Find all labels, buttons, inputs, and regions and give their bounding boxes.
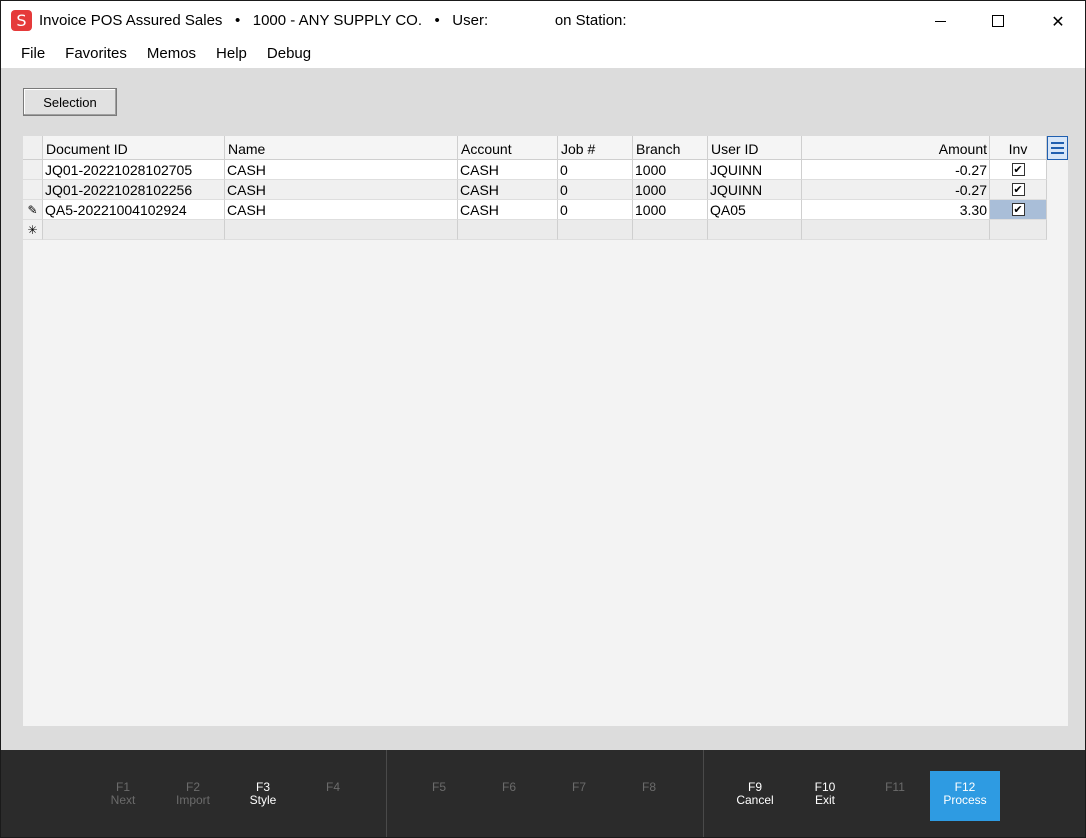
column-header-name[interactable]: Name (225, 136, 458, 160)
divider (386, 750, 387, 837)
maximize-icon (992, 15, 1004, 27)
cell-job[interactable]: 0 (558, 200, 633, 220)
f3-style-button[interactable]: F3 Style (228, 771, 298, 821)
cell-user-id[interactable]: JQUINN (708, 180, 802, 200)
menu-bar: File Favorites Memos Help Debug (1, 41, 1085, 68)
selection-button[interactable]: Selection (23, 88, 117, 116)
cell-name[interactable]: CASH (225, 180, 458, 200)
cell-inv[interactable]: ✔ (990, 180, 1047, 200)
user-label: User: (452, 12, 489, 29)
f4-button[interactable]: F4 (298, 771, 368, 821)
inv-checkbox[interactable]: ✔ (1011, 203, 1025, 216)
cell-branch[interactable]: 1000 (633, 180, 708, 200)
cell-job[interactable] (558, 220, 633, 240)
hamburger-menu-icon[interactable] (1047, 136, 1068, 160)
cell-account[interactable]: CASH (458, 160, 558, 180)
menu-memos[interactable]: Memos (137, 41, 206, 68)
app-logo-icon: S (11, 10, 32, 31)
cell-branch[interactable]: 1000 (633, 160, 708, 180)
inv-checkbox[interactable]: ✔ (1011, 163, 1025, 176)
f1-next-button[interactable]: F1 Next (88, 771, 158, 821)
cell-account[interactable] (458, 220, 558, 240)
menu-file[interactable]: File (11, 41, 55, 68)
main-area: Selection Document ID Name Account Job #… (1, 68, 1085, 750)
inv-checkbox[interactable]: ✔ (1011, 183, 1025, 196)
f2-import-button[interactable]: F2 Import (158, 771, 228, 821)
cell-document-id[interactable]: JQ01-20221028102256 (43, 180, 225, 200)
close-button[interactable]: ✕ (1035, 5, 1081, 37)
window-title: Invoice POS Assured Sales • 1000 - ANY S… (39, 12, 627, 29)
table-row[interactable]: JQ01-20221028102705 CASH CASH 0 1000 JQU… (23, 160, 1047, 180)
cell-user-id[interactable] (708, 220, 802, 240)
cell-name[interactable] (225, 220, 458, 240)
cell-inv[interactable]: ✔ (990, 200, 1047, 220)
cell-branch[interactable]: 1000 (633, 200, 708, 220)
edit-pencil-icon[interactable]: ✎ (23, 200, 43, 220)
column-header-document-id[interactable]: Document ID (43, 136, 225, 160)
f10-exit-button[interactable]: F10 Exit (790, 771, 860, 821)
minimize-button[interactable] (917, 5, 963, 37)
menu-help[interactable]: Help (206, 41, 257, 68)
f7-button[interactable]: F7 (544, 771, 614, 821)
cell-amount[interactable]: -0.27 (802, 180, 990, 200)
cell-inv[interactable] (990, 220, 1047, 240)
cell-account[interactable]: CASH (458, 200, 558, 220)
cell-branch[interactable] (633, 220, 708, 240)
column-header-inv[interactable]: Inv (990, 136, 1047, 160)
row-indicator[interactable] (23, 160, 43, 180)
column-header-user-id[interactable]: User ID (708, 136, 802, 160)
f6-button[interactable]: F6 (474, 771, 544, 821)
column-header-amount[interactable]: Amount (802, 136, 990, 160)
f5-button[interactable]: F5 (404, 771, 474, 821)
cell-user-id[interactable]: QA05 (708, 200, 802, 220)
menu-favorites[interactable]: Favorites (55, 41, 137, 68)
app-title: Invoice POS Assured Sales (39, 12, 223, 29)
cell-document-id[interactable]: JQ01-20221028102705 (43, 160, 225, 180)
cell-document-id[interactable]: QA5-20221004102924 (43, 200, 225, 220)
cell-amount[interactable] (802, 220, 990, 240)
grid-header: Document ID Name Account Job # Branch Us… (23, 136, 1047, 160)
row-indicator[interactable] (23, 180, 43, 200)
column-header-job[interactable]: Job # (558, 136, 633, 160)
cell-job[interactable]: 0 (558, 160, 633, 180)
table-row[interactable]: ✎ QA5-20221004102924 CASH CASH 0 1000 QA… (23, 200, 1047, 220)
company-name: 1000 - ANY SUPPLY CO. (252, 12, 422, 29)
menu-debug[interactable]: Debug (257, 41, 321, 68)
cell-user-id[interactable]: JQUINN (708, 160, 802, 180)
maximize-button[interactable] (975, 5, 1021, 37)
cell-inv[interactable]: ✔ (990, 160, 1047, 180)
cell-job[interactable]: 0 (558, 180, 633, 200)
f8-button[interactable]: F8 (614, 771, 684, 821)
divider (703, 750, 704, 837)
new-row[interactable]: ✳ (23, 220, 1047, 240)
f11-button[interactable]: F11 (860, 771, 930, 821)
app-window: S Invoice POS Assured Sales • 1000 - ANY… (0, 0, 1086, 838)
f9-cancel-button[interactable]: F9 Cancel (720, 771, 790, 821)
new-row-asterisk-icon: ✳ (23, 220, 43, 240)
table-row[interactable]: JQ01-20221028102256 CASH CASH 0 1000 JQU… (23, 180, 1047, 200)
cell-name[interactable]: CASH (225, 160, 458, 180)
cell-name[interactable]: CASH (225, 200, 458, 220)
column-header-account[interactable]: Account (458, 136, 558, 160)
station-label: on Station: (554, 12, 627, 29)
cell-amount[interactable]: 3.30 (802, 200, 990, 220)
f12-process-button[interactable]: F12 Process (930, 771, 1000, 821)
minimize-icon (934, 20, 946, 22)
cell-amount[interactable]: -0.27 (802, 160, 990, 180)
close-icon: ✕ (1051, 11, 1065, 31)
cell-account[interactable]: CASH (458, 180, 558, 200)
row-header-corner (23, 136, 43, 160)
cell-document-id[interactable] (43, 220, 225, 240)
title-bar: S Invoice POS Assured Sales • 1000 - ANY… (1, 1, 1085, 41)
column-header-branch[interactable]: Branch (633, 136, 708, 160)
document-grid: Document ID Name Account Job # Branch Us… (23, 136, 1068, 726)
function-key-bar: F1 Next F2 Import F3 Style F4 F5 F6 F7 F8 F… (1, 750, 1085, 837)
